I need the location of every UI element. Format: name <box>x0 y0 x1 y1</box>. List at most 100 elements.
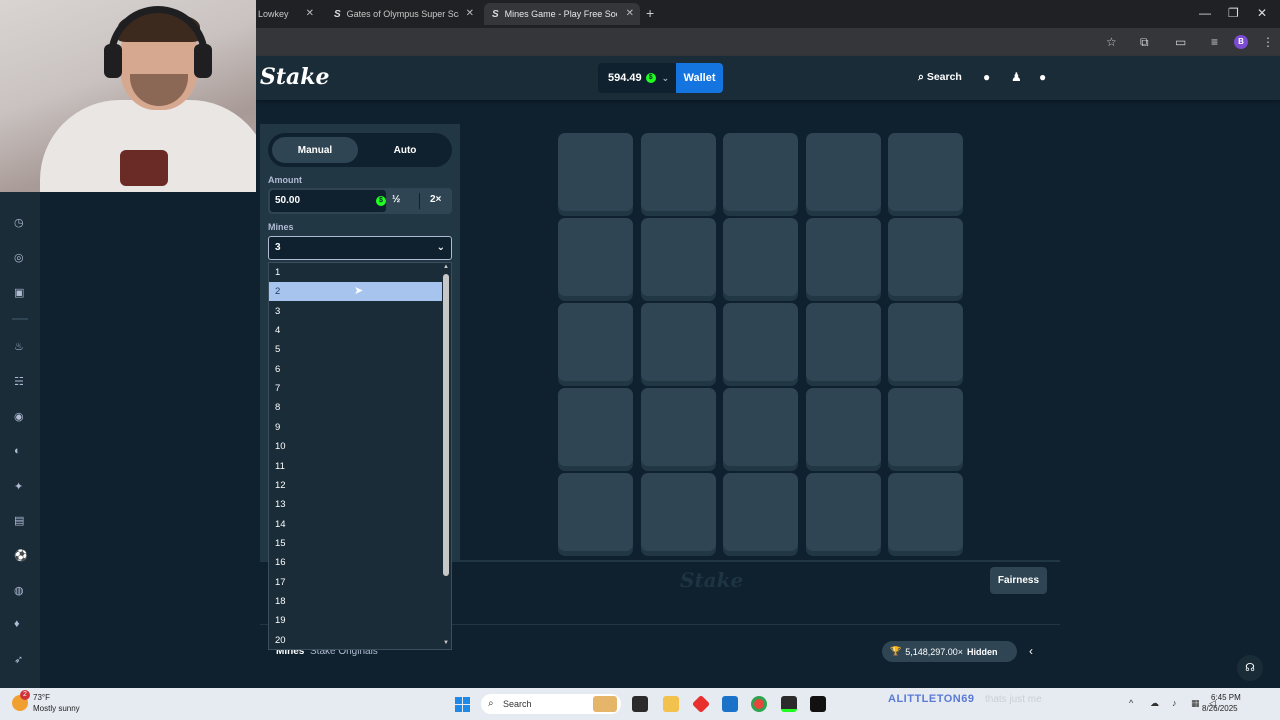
manual-tab[interactable]: Manual <box>272 137 358 163</box>
outlook-icon[interactable] <box>722 696 738 712</box>
tab-lowkey[interactable]: Lowkey ✕ <box>250 3 320 25</box>
mines-option[interactable]: 12 <box>269 476 442 495</box>
mine-tile[interactable] <box>805 473 881 551</box>
mine-tile[interactable] <box>888 218 963 296</box>
mine-tile[interactable] <box>723 388 798 466</box>
scroll-up-icon[interactable]: ▲ <box>443 264 449 270</box>
windows-start-icon[interactable] <box>455 697 470 712</box>
bet-amount-input[interactable]: 50.00 <box>270 190 386 212</box>
mine-tile[interactable] <box>888 133 963 211</box>
mine-tile[interactable] <box>558 133 633 211</box>
mines-option[interactable]: 13 <box>269 495 442 514</box>
slots-icon[interactable]: ☵ <box>14 375 24 388</box>
taskbar-search[interactable]: ⌕ Search <box>481 694 621 714</box>
mines-option[interactable]: 9 <box>269 418 442 437</box>
mine-tile[interactable] <box>558 473 633 551</box>
search-button[interactable]: ⌕ Search <box>918 71 962 84</box>
tab-gates-of-olympus[interactable]: S Gates of Olympus Super Scatte ✕ <box>326 3 480 25</box>
mine-tile[interactable] <box>640 473 716 551</box>
new-tab-button[interactable]: + <box>646 5 654 21</box>
mines-option[interactable]: 4 <box>269 321 442 340</box>
tray-overflow-icon[interactable]: ^ <box>1129 698 1133 708</box>
double-button[interactable]: 2× <box>430 194 441 205</box>
mines-option[interactable]: 15 <box>269 534 442 553</box>
mine-tile[interactable] <box>640 218 716 296</box>
mines-option[interactable]: 18 <box>269 592 442 611</box>
rocket-icon[interactable]: ➶ <box>14 653 23 666</box>
mine-tile[interactable] <box>805 218 881 296</box>
tab-close-icon[interactable]: ✕ <box>466 8 474 19</box>
mine-tile[interactable] <box>805 133 881 211</box>
file-explorer-icon[interactable] <box>663 696 679 712</box>
mines-option[interactable]: 19 <box>269 611 442 630</box>
mines-option[interactable]: 7 <box>269 379 442 398</box>
half-button[interactable]: ½ <box>392 194 400 205</box>
mine-tile[interactable] <box>558 388 633 466</box>
scrollbar-thumb[interactable] <box>443 274 449 576</box>
more-menu-icon[interactable]: ⋮ <box>1262 35 1274 49</box>
mine-tile[interactable] <box>723 473 798 551</box>
mine-tile[interactable] <box>888 388 963 466</box>
mine-tile[interactable] <box>888 303 963 381</box>
mines-option[interactable]: 11 <box>269 457 442 476</box>
mines-option[interactable]: 20 <box>269 631 442 650</box>
weather-desc[interactable]: Mostly sunny <box>33 704 80 713</box>
app-icon[interactable] <box>810 696 826 712</box>
hot-icon[interactable]: ♨ <box>14 340 24 353</box>
microphone-icon[interactable]: ♪ <box>1172 698 1177 708</box>
mine-tile[interactable] <box>723 218 798 296</box>
notifications-icon[interactable]: ♟ <box>1011 70 1022 84</box>
scroll-down-icon[interactable]: ▼ <box>443 640 449 646</box>
mines-option[interactable]: 16 <box>269 553 442 572</box>
close-window-button[interactable]: ✕ <box>1257 6 1267 20</box>
mines-option[interactable]: 5 <box>269 340 442 359</box>
user-icon[interactable]: ● <box>983 70 990 84</box>
mines-select[interactable]: 3 ⌄ <box>268 236 452 260</box>
clock-date[interactable]: 8/26/2025 <box>1202 704 1238 713</box>
mine-tile[interactable] <box>723 303 798 381</box>
jackpot-badge[interactable]: 🏆 5,148,297.00× Hidden <box>882 641 1017 662</box>
mine-tile[interactable] <box>805 388 881 466</box>
mine-tile[interactable] <box>640 388 716 466</box>
mine-tile[interactable] <box>805 303 881 381</box>
mine-tile[interactable] <box>888 473 963 551</box>
cast-icon[interactable]: ▭ <box>1175 35 1186 49</box>
mines-option[interactable]: 17 <box>269 573 442 592</box>
new-releases-icon[interactable]: ✦ <box>14 480 23 493</box>
mines-option[interactable]: 14 <box>269 515 442 534</box>
fire-icon[interactable]: ♦ <box>14 618 20 630</box>
task-view-icon[interactable] <box>632 696 648 712</box>
mines-option[interactable]: 10 <box>269 437 442 456</box>
tab-close-icon[interactable]: ✕ <box>626 8 634 19</box>
esports-icon[interactable]: ◍ <box>14 584 24 597</box>
mines-option[interactable]: 1 <box>269 263 442 282</box>
mines-option[interactable]: 3 <box>269 302 442 321</box>
stake-logo[interactable]: Stake <box>260 64 330 90</box>
mine-tile[interactable] <box>558 218 633 296</box>
wallet-button[interactable]: Wallet <box>676 63 723 93</box>
mine-tile[interactable] <box>640 133 716 211</box>
live-casino-icon[interactable]: ◉ <box>14 410 24 423</box>
mines-option[interactable]: 6 <box>269 360 442 379</box>
app-icon[interactable] <box>781 696 797 712</box>
fairness-button[interactable]: Fairness <box>990 567 1047 594</box>
originals-icon[interactable]: ▣ <box>14 286 24 299</box>
mine-tile[interactable] <box>558 303 633 381</box>
recent-icon[interactable]: ◷ <box>14 216 24 229</box>
network-icon[interactable]: ▦ <box>1191 698 1200 709</box>
minimize-button[interactable]: — <box>1199 6 1211 20</box>
extensions-icon[interactable]: ⧉ <box>1140 35 1149 50</box>
promotions-icon[interactable]: ▤ <box>14 514 24 527</box>
cloud-icon[interactable]: ☁ <box>1150 698 1159 709</box>
weather-temp[interactable]: 73°F <box>33 693 50 702</box>
tab-mines-game[interactable]: S Mines Game - Play Free Social ✕ <box>484 3 640 25</box>
live-support-button[interactable]: ☊ <box>1237 655 1263 681</box>
mines-dropdown-list[interactable]: 1 2 3 4 5 6 7 8 9 10 11 12 13 14 15 16 17 18 19 20 <box>268 262 452 650</box>
sports-icon[interactable]: ⚽ <box>14 549 28 562</box>
auto-tab[interactable]: Auto <box>362 137 448 163</box>
media-icon[interactable]: ≡ <box>1211 35 1218 49</box>
game-shows-icon[interactable]: ◐ <box>14 445 21 457</box>
chat-icon[interactable]: ● <box>1039 70 1046 84</box>
mine-tile[interactable] <box>640 303 716 381</box>
challenges-icon[interactable]: ◎ <box>14 251 24 264</box>
